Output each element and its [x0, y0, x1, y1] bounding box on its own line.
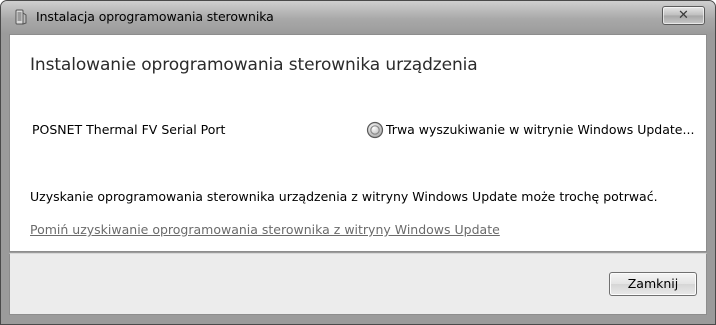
title-close-button[interactable]: ✕ — [662, 6, 705, 25]
window-title: Instalacja oprogramowania sterownika — [36, 9, 274, 24]
status-text: Trwa wyszukiwanie w witrynie Windows Upd… — [386, 122, 695, 137]
info-text: Uzyskanie oprogramowania sterownika urzą… — [30, 189, 658, 204]
content-panel: Instalowanie oprogramowania sterownika u… — [9, 34, 707, 252]
close-button[interactable]: Zamknij — [609, 272, 697, 296]
button-bar: Zamknij — [9, 253, 707, 315]
skip-windows-update-link[interactable]: Pomiń uzyskiwanie oprogramowania sterown… — [30, 222, 500, 237]
title-bar[interactable]: Instalacja oprogramowania sterownika ✕ — [1, 1, 715, 33]
dialog-window: Instalacja oprogramowania sterownika ✕ I… — [0, 0, 716, 325]
searching-spinner-icon — [366, 121, 384, 139]
device-name: POSNET Thermal FV Serial Port — [32, 122, 226, 137]
close-icon: ✕ — [678, 8, 689, 23]
driver-installer-icon — [13, 9, 29, 25]
page-heading: Instalowanie oprogramowania sterownika u… — [30, 55, 478, 75]
